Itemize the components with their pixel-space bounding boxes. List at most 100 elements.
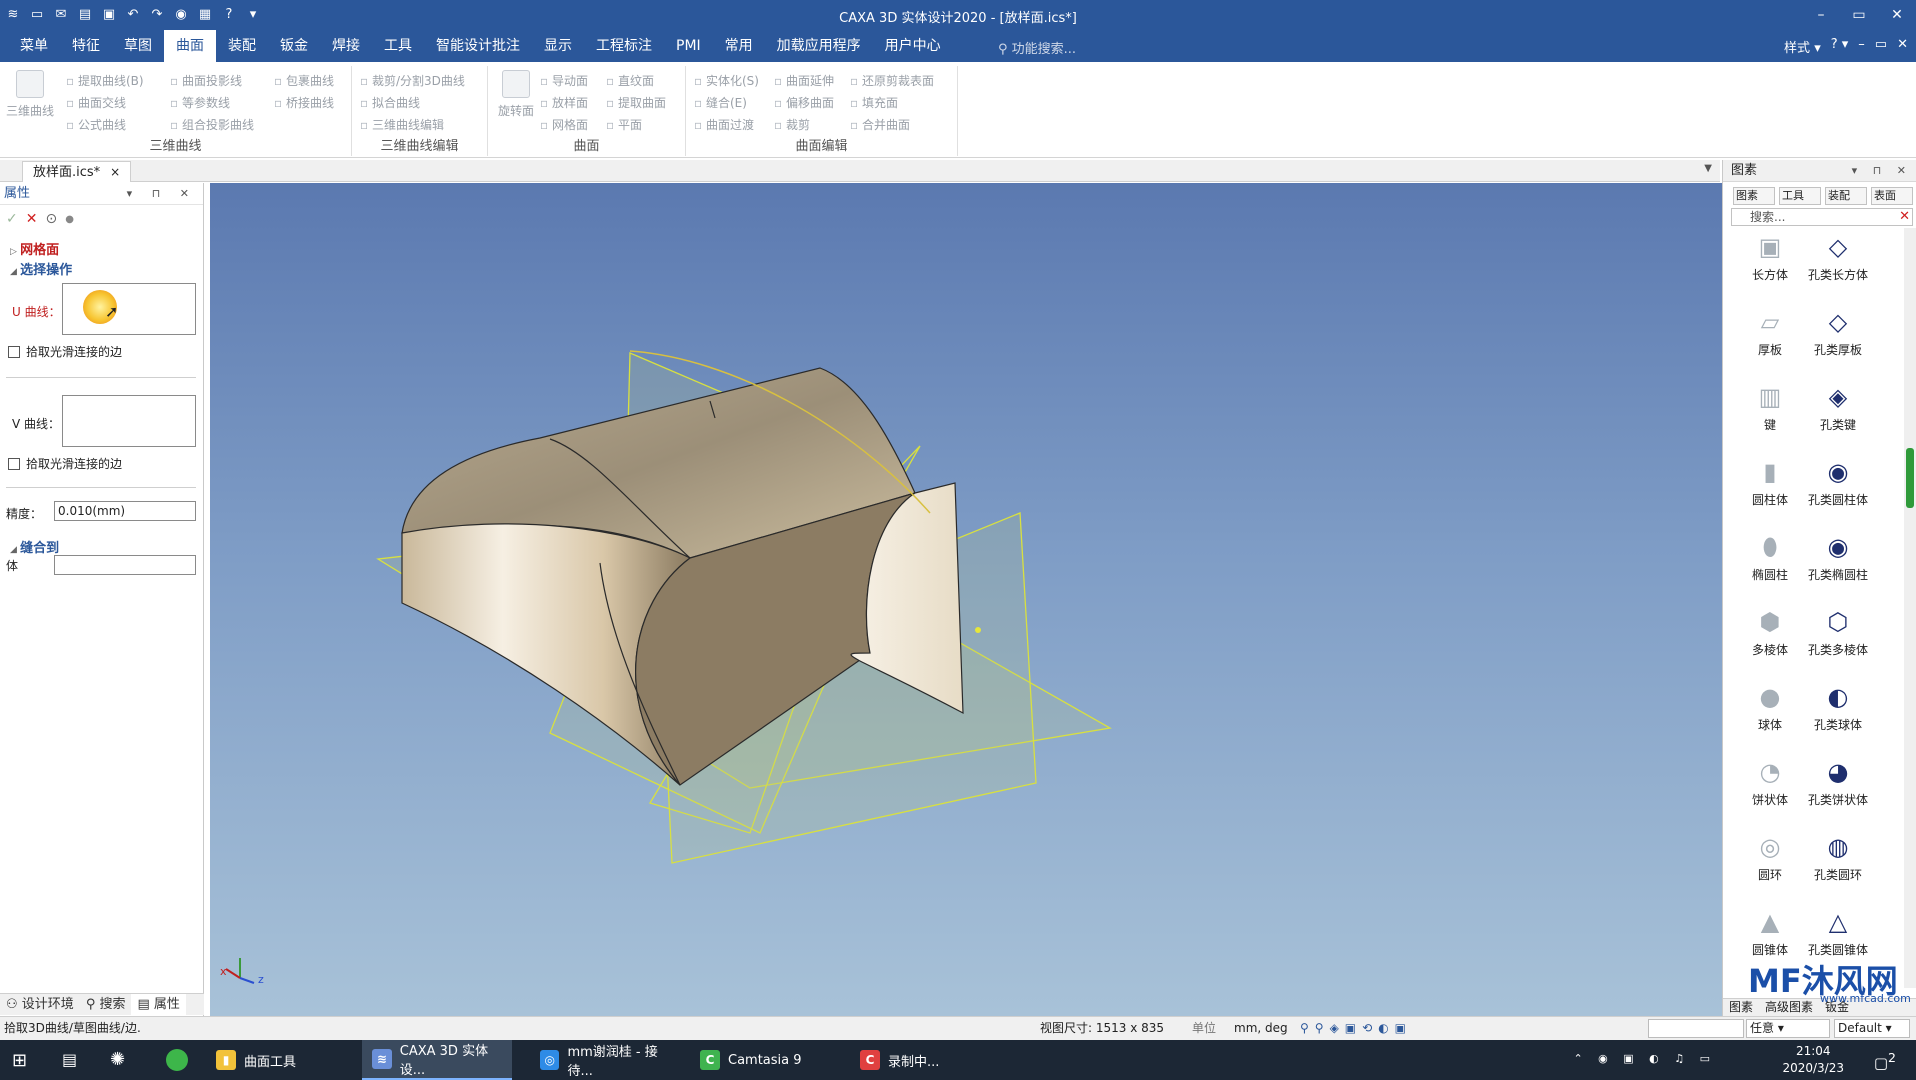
checkbox-box[interactable] [8,457,20,470]
3d-viewport[interactable]: x z [210,183,1722,1016]
library-item[interactable]: ◎ 圆环 [1735,832,1805,883]
menu-tab-8[interactable]: 智能设计批注 [424,30,532,62]
doc-restore-button[interactable]: ▭ [1875,37,1887,56]
body-input[interactable] [54,555,196,575]
library-tab-tools[interactable]: 工具 [1779,187,1821,205]
library-scrollbar[interactable] [1904,228,1916,988]
library-item[interactable]: ▥ 键 [1735,382,1805,433]
mesh-surface-button[interactable]: 网格面 [540,116,588,133]
surface-transition-button[interactable]: 曲面过渡 [694,116,754,133]
offset-surface-button[interactable]: 偏移曲面 [774,94,834,111]
menu-tab-14[interactable]: 用户中心 [873,30,953,62]
menu-tab-1[interactable]: 特征 [60,30,112,62]
style-menu[interactable]: 样式 ▾ [1784,37,1821,56]
library-item[interactable]: ▣ 长方体 [1735,232,1805,283]
surface-intersection-button[interactable]: 曲面交线 [66,94,126,111]
cancel-x-icon[interactable]: ✕ [26,211,38,227]
taskbar-app[interactable]: ▮ 曲面工具 [206,1040,356,1080]
merge-surface-button[interactable]: 合并曲面 [850,116,910,133]
style-dropdown[interactable]: Default ▾ [1834,1019,1910,1038]
notification-center-icon[interactable]: ▢2 [1874,1050,1896,1072]
fill-surface-button[interactable]: 填充面 [850,94,898,111]
select-mode-dropdown[interactable]: 任意 ▾ [1746,1019,1830,1038]
menu-tab-13[interactable]: 加载应用程序 [765,30,873,62]
trim-split-3d-curve-button[interactable]: 裁剪/分割3D曲线 [360,72,465,89]
bridge-curve-button[interactable]: 桥接曲线 [274,94,334,111]
precision-input[interactable]: 0.010(mm) [54,501,196,521]
library-item[interactable]: ▲ 圆锥体 [1735,907,1805,958]
menu-tab-4[interactable]: 装配 [216,30,268,62]
3d-curve-button[interactable]: 三维曲线 [6,70,54,119]
extract-surface-button[interactable]: 提取曲面 [606,94,666,111]
trim-button[interactable]: 裁剪 [774,116,810,133]
library-tab-surface[interactable]: 表面 [1871,187,1913,205]
system-tray-icons[interactable]: ⌃ ◉ ▣ ◐ ♫ ▭ [1573,1052,1716,1065]
menu-tab-10[interactable]: 工程标注 [584,30,664,62]
library-item[interactable]: ▱ 厚板 [1735,307,1805,358]
restore-trimmed-surface-button[interactable]: 还原剪裁表面 [850,72,934,89]
ruled-surface-button[interactable]: 直纹面 [606,72,654,89]
close-button[interactable]: ✕ [1878,0,1916,30]
section-sew-to[interactable]: ◢ 缝合到 [10,537,59,556]
revolve-surface-button[interactable]: 旋转面 [492,70,540,119]
library-panel-controls[interactable]: ▾ ⊓ ✕ [1852,160,1912,182]
ok-check-icon[interactable]: ✓ [6,211,18,227]
extend-surface-button[interactable]: 曲面延伸 [774,72,834,89]
maximize-button[interactable]: ▭ [1840,0,1878,30]
library-item[interactable]: ◐ 孔类球体 [1803,682,1873,733]
fan-app-icon[interactable]: ✺ [110,1049,125,1070]
library-item[interactable]: ◔ 饼状体 [1735,757,1805,808]
task-view-icon[interactable]: ▤ [62,1050,77,1069]
library-item[interactable]: ▮ 圆柱体 [1735,457,1805,508]
wrap-curve-button[interactable]: 包裹曲线 [274,72,334,89]
fit-curve-button[interactable]: 拟合曲线 [360,94,420,111]
library-item[interactable]: ⬡ 孔类多棱体 [1803,607,1873,658]
library-tab-assembly[interactable]: 装配 [1825,187,1867,205]
library-item[interactable]: ◕ 孔类饼状体 [1803,757,1873,808]
windows-start-icon[interactable]: ⊞ [12,1050,27,1071]
combined-projection-curve-button[interactable]: 组合投影曲线 [170,116,254,133]
dot-icon[interactable]: ● [65,214,74,225]
tab-search[interactable]: ⚲ 搜索 [80,994,132,1015]
help-menu-icon[interactable]: ? ▾ [1831,37,1849,56]
library-item[interactable]: ◇ 孔类长方体 [1803,232,1873,283]
extract-curve-button[interactable]: 提取曲线(B) [66,72,144,89]
3d-curve-edit-button[interactable]: 三维曲线编辑 [360,116,444,133]
section-select-op[interactable]: ◢ 选择操作 [10,259,72,278]
document-tab[interactable]: 放样面.ics* × [22,161,132,182]
sew-button[interactable]: 缝合(E) [694,94,747,111]
library-search-input[interactable]: 搜索... ✕ [1731,208,1913,226]
section-mesh[interactable]: ▷ 网格面 [10,239,59,258]
preview-icon[interactable]: ⊙ [45,211,57,227]
u-curve-pick-box[interactable]: ➚ [62,283,196,335]
checkbox-box[interactable] [8,345,20,358]
taskbar-app[interactable]: C 录制中... [850,1040,1000,1080]
menu-tab-0[interactable]: 菜单 [8,30,60,62]
plane-button[interactable]: 平面 [606,116,642,133]
tab-properties[interactable]: ▤ 属性 [131,994,186,1015]
tab-design-env[interactable]: ⚇ 设计环境 [0,994,80,1015]
panel-controls[interactable]: ▾ ⊓ ✕ [127,183,197,205]
library-item[interactable]: ⬮ 椭圆柱 [1735,532,1805,583]
formula-curve-button[interactable]: 公式曲线 [66,116,126,133]
tab-list-chevron-icon[interactable]: ▼ [1704,163,1712,174]
library-item[interactable]: ⬢ 多棱体 [1735,607,1805,658]
pick-smooth-edges-checkbox-1[interactable]: 拾取光滑连接的边 [8,343,122,360]
filter-input[interactable] [1648,1019,1744,1038]
feature-search[interactable]: ⚲ 功能搜索... [998,38,1076,57]
solidify-button[interactable]: 实体化(S) [694,72,759,89]
menu-tab-7[interactable]: 工具 [372,30,424,62]
library-item[interactable]: △ 孔类圆锥体 [1803,907,1873,958]
library-item[interactable]: ◉ 孔类椭圆柱 [1803,532,1873,583]
clear-search-icon[interactable]: ✕ [1899,209,1910,225]
library-item[interactable]: ● 球体 [1735,682,1805,733]
isoparametric-line-button[interactable]: 等参数线 [170,94,230,111]
library-tab-primitives[interactable]: 图素 [1733,187,1775,205]
taskbar-app[interactable]: ≋ CAXA 3D 实体设... [362,1040,512,1080]
library-item[interactable]: ◉ 孔类圆柱体 [1803,457,1873,508]
menu-tab-6[interactable]: 焊接 [320,30,372,62]
minimize-button[interactable]: – [1802,0,1840,30]
sweep-surface-button[interactable]: 导动面 [540,72,588,89]
library-item[interactable]: ◇ 孔类厚板 [1803,307,1873,358]
doc-close-button[interactable]: ✕ [1897,37,1908,56]
